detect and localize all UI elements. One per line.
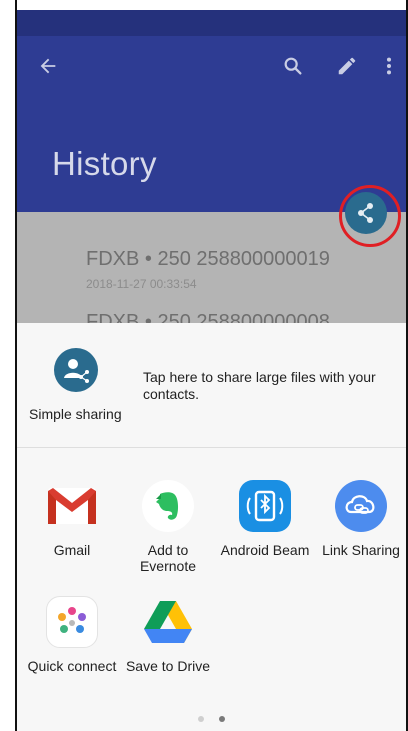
quick-connect-icon — [46, 596, 98, 648]
link-sharing-icon — [335, 480, 387, 532]
share-fab[interactable] — [339, 185, 401, 247]
simple-sharing-description: Tap here to share large files with your … — [143, 369, 376, 402]
simple-sharing-label: Simple sharing — [29, 406, 122, 422]
highlight-ring — [339, 185, 401, 247]
page-title: History — [52, 145, 157, 182]
page-indicator — [17, 709, 406, 722]
more-vert-icon — [386, 57, 392, 75]
simple-sharing-row[interactable]: Simple sharing Tap here to share large f… — [17, 323, 406, 448]
pencil-icon — [338, 57, 356, 75]
history-item-title[interactable]: FDXB • 250 258800000019 — [86, 248, 330, 271]
app-label: Quick connect — [27, 658, 117, 674]
more-button[interactable] — [379, 52, 399, 80]
share-target-gmail[interactable]: Gmail — [27, 480, 117, 558]
history-item-timestamp: 2018-11-27 00:33:54 — [86, 277, 197, 291]
edit-button[interactable] — [333, 52, 361, 80]
app-label: Android Beam — [220, 542, 310, 558]
app-bar — [17, 36, 406, 212]
share-target-evernote[interactable]: Add to Evernote — [123, 480, 213, 574]
app-label: Add to Evernote — [139, 542, 197, 574]
evernote-icon — [142, 480, 194, 532]
page-dot[interactable] — [198, 716, 205, 722]
share-target-google-drive[interactable]: Save to Drive — [123, 596, 213, 674]
share-target-android-beam[interactable]: Android Beam — [220, 480, 310, 558]
google-drive-icon — [142, 596, 194, 648]
simple-sharing-icon — [54, 348, 98, 392]
gmail-icon — [46, 480, 98, 532]
back-button[interactable] — [34, 52, 62, 80]
app-label: Link Sharing — [322, 542, 400, 558]
android-beam-icon — [239, 480, 291, 532]
top-margin — [17, 0, 406, 10]
app-label: Save to Drive — [125, 658, 211, 674]
page-dot-active[interactable] — [218, 716, 225, 722]
search-button[interactable] — [279, 52, 307, 80]
divider — [17, 447, 406, 448]
share-sheet: Simple sharing Tap here to share large f… — [17, 323, 406, 731]
app-label: Gmail — [53, 542, 91, 558]
search-icon — [284, 57, 302, 75]
arrow-back-icon — [40, 58, 56, 74]
phone-screen: History FDXB • 250 258800000019 2018-11-… — [15, 0, 408, 731]
share-target-quick-connect[interactable]: Quick connect — [27, 596, 117, 674]
share-target-link-sharing[interactable]: Link Sharing — [316, 480, 406, 558]
